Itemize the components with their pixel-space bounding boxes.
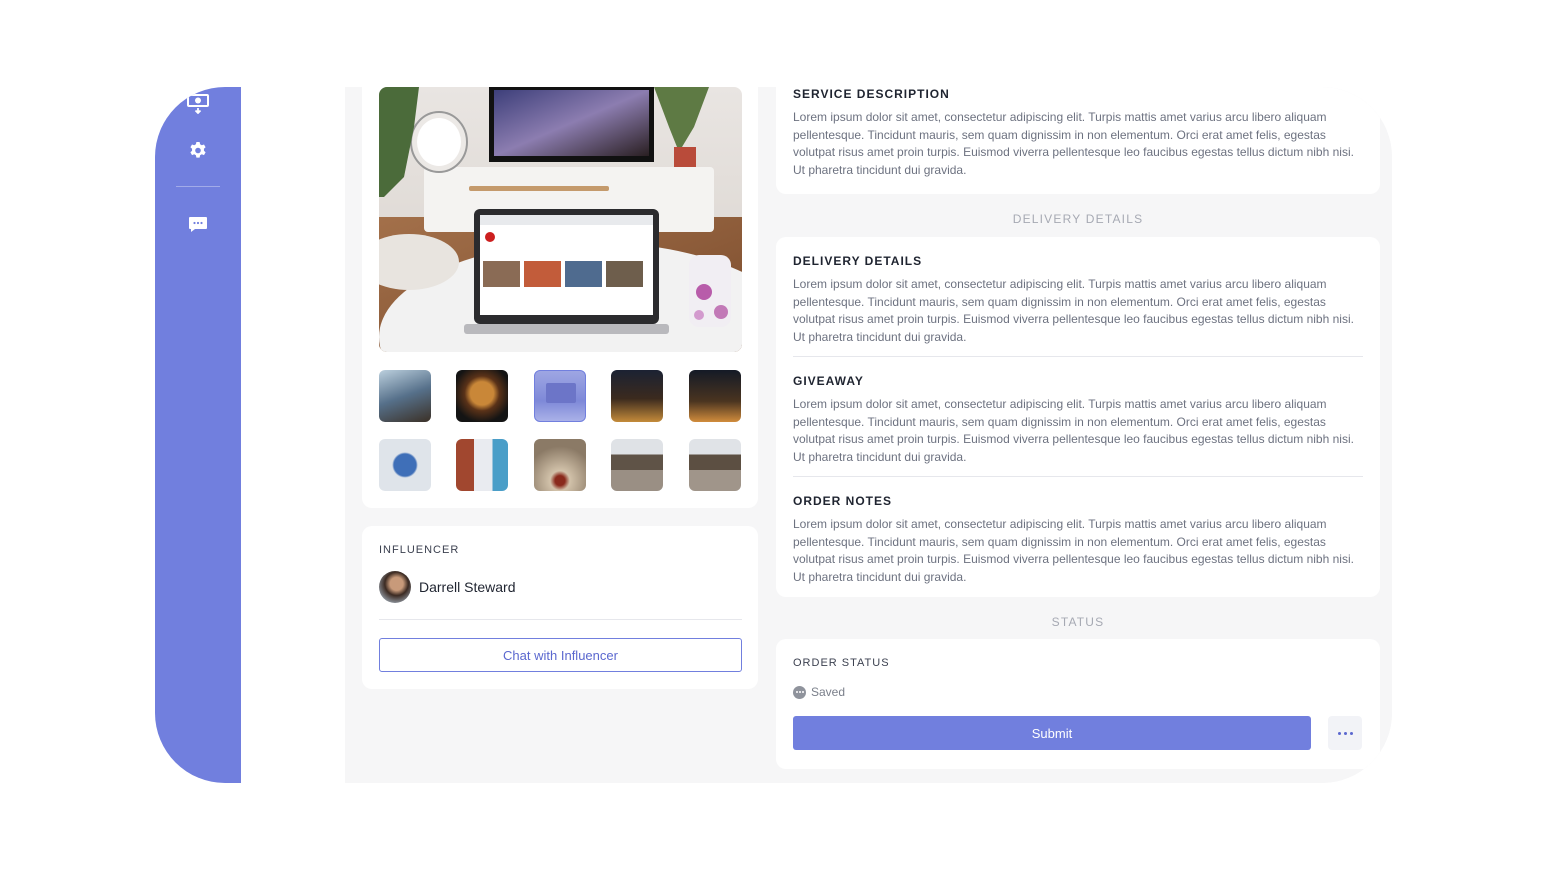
sidebar	[155, 87, 241, 783]
app-frame: INFLUENCER Darrell Steward Chat with Inf…	[155, 87, 1392, 783]
giveaway-text: Lorem ipsum dolor sit amet, consectetur …	[793, 397, 1354, 464]
dot-icon	[1349, 731, 1353, 735]
thumbnail-laptop-shape	[546, 383, 576, 403]
divider	[793, 476, 1363, 477]
order-status-label: ORDER STATUS	[793, 657, 890, 669]
sidebar-divider	[176, 186, 220, 187]
influencer-card: INFLUENCER Darrell Steward Chat with Inf…	[362, 526, 758, 689]
status-value: Saved	[811, 685, 846, 699]
order-status-card: ORDER STATUS Saved Submit	[776, 639, 1380, 769]
gear-icon[interactable]	[186, 139, 210, 163]
delivery-details-block: DELIVERY DETAILS Lorem ipsum dolor sit a…	[793, 254, 1363, 346]
delivery-details-title: DELIVERY DETAILS	[793, 254, 923, 268]
sidebar-panel	[241, 87, 345, 783]
chat-icon[interactable]	[186, 212, 210, 236]
order-notes-text: Lorem ipsum dolor sit amet, consectetur …	[793, 517, 1354, 584]
giveaway-title: GIVEAWAY	[793, 374, 864, 388]
main-photo[interactable]	[379, 87, 742, 352]
service-description-text: Lorem ipsum dolor sit amet, consectetur …	[793, 110, 1354, 177]
gallery-thumbnail[interactable]	[456, 439, 508, 491]
gallery-thumbnail[interactable]	[379, 370, 431, 422]
delivery-section-heading: DELIVERY DETAILS	[1012, 212, 1144, 226]
gallery-thumbnail[interactable]	[611, 439, 663, 491]
gallery-thumbnail-selected[interactable]	[534, 370, 586, 422]
delivery-details-text: Lorem ipsum dolor sit amet, consectetur …	[793, 277, 1354, 344]
avatar[interactable]	[379, 571, 411, 603]
main-content: INFLUENCER Darrell Steward Chat with Inf…	[345, 87, 1392, 783]
gallery-thumbnail[interactable]	[379, 439, 431, 491]
giveaway-block: GIVEAWAY Lorem ipsum dolor sit amet, con…	[793, 374, 1363, 466]
gallery-thumbnail[interactable]	[534, 439, 586, 491]
gallery-thumbnail[interactable]	[456, 370, 508, 422]
order-notes-block: ORDER NOTES Lorem ipsum dolor sit amet, …	[793, 494, 1363, 586]
order-notes-title: ORDER NOTES	[793, 494, 893, 508]
more-options-button[interactable]	[1328, 716, 1362, 750]
gallery-thumbnail[interactable]	[689, 370, 741, 422]
gallery-thumbnail[interactable]	[611, 370, 663, 422]
details-card: DELIVERY DETAILS Lorem ipsum dolor sit a…	[776, 237, 1380, 597]
dot-icon	[1337, 731, 1341, 735]
chat-with-influencer-button[interactable]: Chat with Influencer	[379, 638, 742, 672]
influencer-name[interactable]: Darrell Steward	[419, 579, 515, 595]
status-indicator: Saved	[793, 685, 845, 699]
gallery-thumbnail[interactable]	[689, 439, 741, 491]
service-description-title: SERVICE DESCRIPTION	[793, 87, 950, 101]
influencer-label: INFLUENCER	[379, 544, 460, 556]
divider	[379, 619, 742, 620]
service-description-card: SERVICE DESCRIPTION Lorem ipsum dolor si…	[776, 87, 1380, 194]
status-section-heading: STATUS	[1051, 615, 1105, 629]
more-circle-icon	[793, 685, 806, 699]
divider	[793, 356, 1363, 357]
money-icon[interactable]	[186, 91, 210, 115]
dot-icon	[1343, 731, 1347, 735]
media-gallery-card	[362, 87, 758, 508]
submit-button[interactable]: Submit	[793, 716, 1311, 750]
